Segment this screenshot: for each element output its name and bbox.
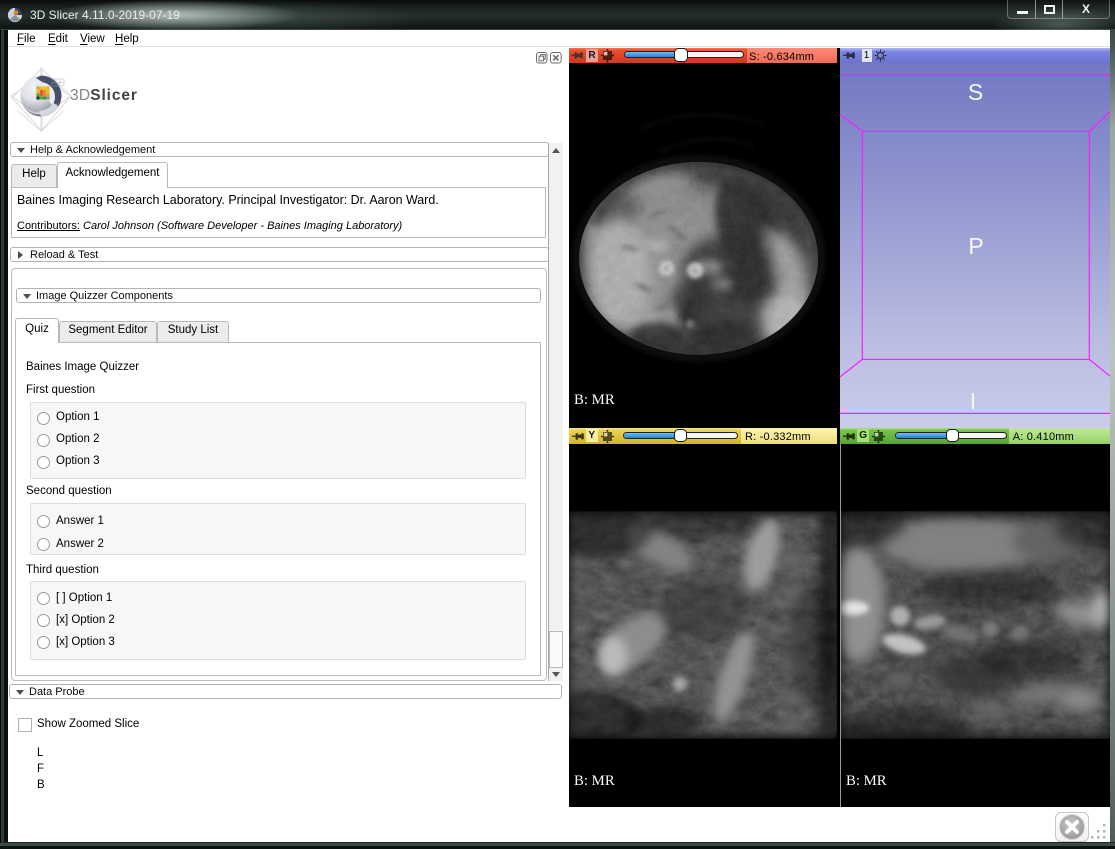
svg-text:B: MR: B: MR	[574, 773, 615, 789]
svg-text:I: I	[969, 388, 975, 414]
svg-text:B: MR: B: MR	[574, 392, 615, 408]
svg-text:P: P	[968, 233, 983, 259]
svg-text:B: MR: B: MR	[846, 773, 887, 789]
svg-text:S: S	[968, 79, 983, 105]
